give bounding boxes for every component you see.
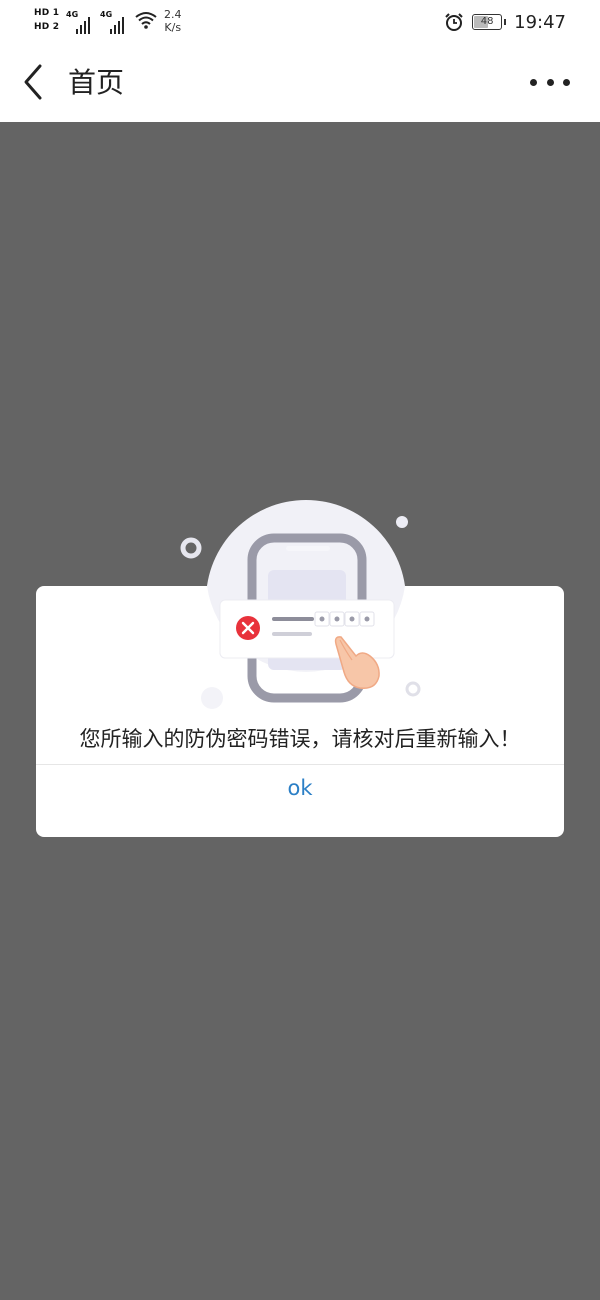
speed-unit: K/s <box>164 21 182 34</box>
error-message: 您所输入的防伪密码错误，请核对后重新输入！ <box>79 727 521 751</box>
navigation-bar: 首页 <box>0 44 600 122</box>
battery-icon: 48 <box>472 14 507 30</box>
sim1-indicator: HD 1 <box>34 8 60 18</box>
wifi-icon <box>135 12 157 29</box>
page-title: 首页 <box>68 66 125 99</box>
error-dialog: 您所输入的防伪密码错误，请核对后重新输入！ ok <box>36 586 564 837</box>
more-dots-icon <box>530 78 537 86</box>
more-dots-icon <box>563 78 570 86</box>
network-speed: 2.4 K/s <box>164 8 182 34</box>
clock: 19:47 <box>514 11 566 33</box>
back-button[interactable] <box>18 62 54 102</box>
status-bar: HD 1 HD 2 4G 4G 2.4 K/s 48 19:47 <box>0 0 600 44</box>
status-right: 48 19:47 <box>444 8 566 36</box>
chevron-left-icon <box>24 64 42 100</box>
battery-percentage: 48 <box>480 16 494 27</box>
alarm-icon <box>445 13 463 31</box>
more-dots-icon <box>546 78 554 86</box>
sim-indicators: HD 1 HD 2 <box>34 6 62 34</box>
more-options-button[interactable] <box>530 70 570 94</box>
ok-button[interactable]: ok <box>36 765 564 837</box>
sim2-indicator: HD 2 <box>34 22 60 32</box>
speed-value: 2.4 <box>164 8 182 21</box>
